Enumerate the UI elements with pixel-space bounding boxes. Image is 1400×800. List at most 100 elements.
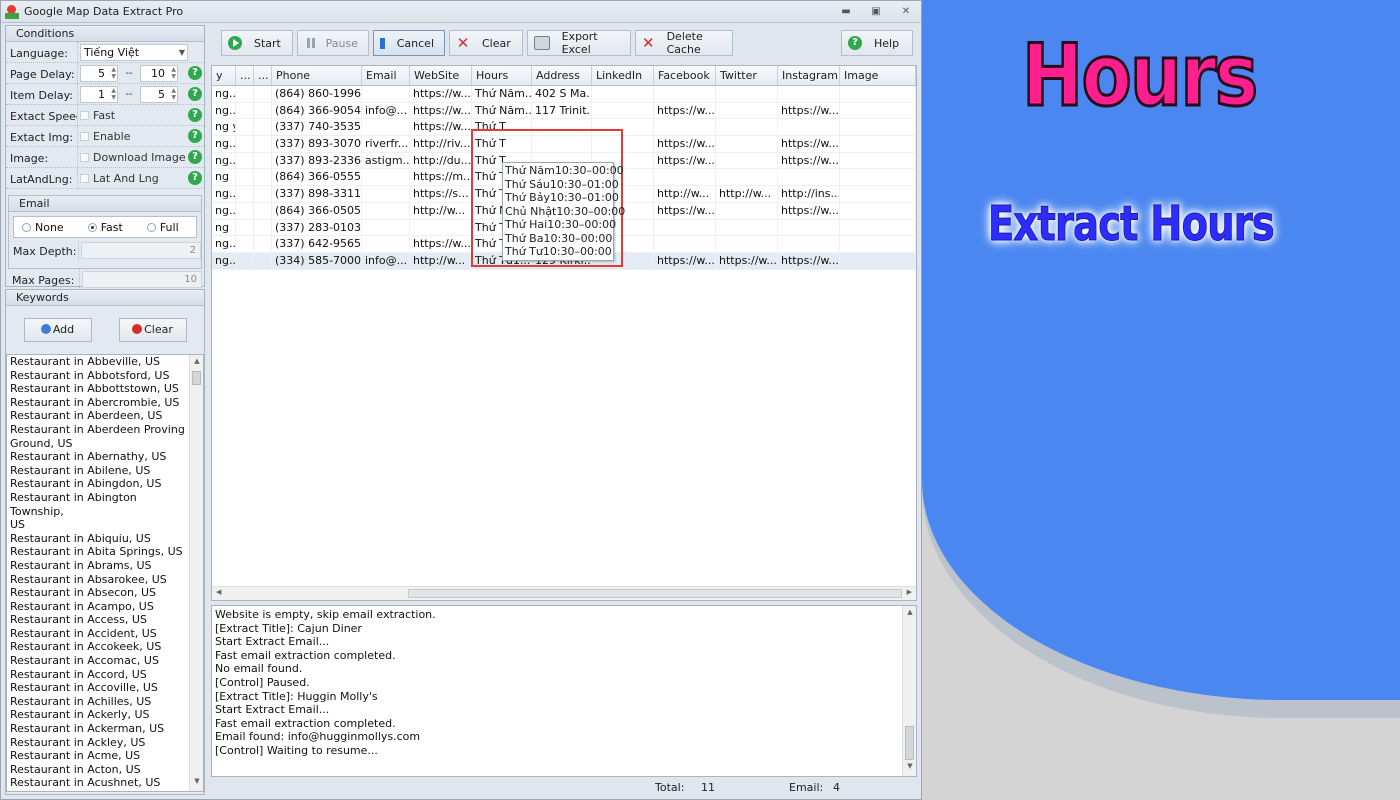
keyword-item[interactable]: Restaurant in Accord, US [7,668,203,682]
keyword-item[interactable]: Restaurant in Abita Springs, US [7,545,203,559]
minimize-button[interactable]: ▬ [831,6,861,17]
keyword-item[interactable]: Restaurant in Abilene, US [7,464,203,478]
extract-speed-checkbox[interactable] [80,110,89,120]
keyword-item[interactable]: Restaurant in Ackerman, US [7,722,203,736]
clear-button[interactable]: ✕ Clear [449,30,523,56]
max-depth-input[interactable]: 2 [81,242,201,259]
log-panel[interactable]: Website is empty, skip email extraction.… [211,605,917,777]
column-header[interactable]: Address [532,66,592,85]
scroll-thumb[interactable] [192,371,201,385]
help-icon[interactable]: ? [188,150,202,164]
help-icon[interactable]: ? [188,66,202,80]
keyword-item[interactable]: Restaurant in Ackerly, US [7,708,203,722]
scroll-left-icon[interactable]: ◀ [216,588,221,596]
keyword-item[interactable]: Restaurant in Acton, US [7,763,203,777]
results-grid[interactable]: y...... Phone Email WebSite Hours Address Link… [211,65,917,601]
export-excel-button[interactable]: Export Excel [527,30,631,56]
keyword-item[interactable]: Restaurant in Achilles, US [7,695,203,709]
language-select[interactable]: Tiếng Việt ▼ [80,43,188,61]
keyword-item[interactable]: Restaurant in Access, US [7,613,203,627]
start-button[interactable]: Start [221,30,293,56]
keyword-item[interactable]: Restaurant in Accoville, US [7,681,203,695]
column-header[interactable]: Instagram [778,66,840,85]
keyword-item[interactable]: Restaurant in Absarokee, US [7,573,203,587]
help-icon[interactable]: ? [188,108,202,122]
extract-img-checkbox[interactable] [80,131,89,141]
keyword-item[interactable]: Restaurant in Abbottstown, US [7,382,203,396]
max-pages-input[interactable]: 10 [82,271,202,288]
table-row[interactable]: ng... (864) 860-1996 https://w...Thứ Năm..… [212,86,916,103]
spin-arrows-icon[interactable]: ▲ ▼ [111,66,116,80]
keyword-item[interactable]: Restaurant in Abercrombie, US [7,396,203,410]
keyword-list[interactable]: Restaurant in Abbeville, US Restaurant in… [6,354,204,792]
scroll-up-icon[interactable]: ▲ [190,357,203,369]
keyword-item[interactable]: Restaurant in Ackley, US [7,736,203,750]
item-delay-max-input[interactable]: 5 ▲ ▼ [140,85,178,103]
latlng-checkbox[interactable] [80,173,89,183]
keyword-list-scrollbar[interactable]: ▲ ▼ [189,355,203,791]
grid-horizontal-scrollbar[interactable]: ◀ ▶ [212,586,916,600]
pause-button[interactable]: Pause [297,30,369,56]
spin-arrows-icon[interactable]: ▲ ▼ [111,87,116,101]
scroll-down-icon[interactable]: ▼ [903,762,916,774]
scroll-down-icon[interactable]: ▼ [190,777,203,789]
spin-arrows-icon[interactable]: ▲ ▼ [171,87,176,101]
delete-cache-button[interactable]: ✕ Delete Cache [635,30,733,56]
keyword-item[interactable]: Restaurant in Acampo, US [7,600,203,614]
column-header[interactable]: WebSite [410,66,472,85]
scroll-up-icon[interactable]: ▲ [903,608,916,620]
keyword-item[interactable]: Restaurant in Accident, US [7,627,203,641]
scroll-thumb[interactable] [905,726,914,760]
spin-arrows-icon[interactable]: ▲ ▼ [171,66,176,80]
close-button[interactable]: ✕ [891,6,921,17]
table-row[interactable]: ng...(864) 366-9054info@...https://w...T… [212,102,916,120]
column-header[interactable]: Phone [272,66,362,85]
page-delay-max-input[interactable]: 10 ▲ ▼ [140,64,178,82]
keyword-item[interactable]: Restaurant in Abington Township, [7,491,203,518]
log-scrollbar[interactable]: ▲ ▼ [902,606,916,776]
keyword-item[interactable]: Restaurant in Abiquiu, US [7,532,203,546]
column-header[interactable]: Facebook [654,66,716,85]
keyword-item[interactable]: Restaurant in Accomac, US [7,654,203,668]
column-header[interactable]: ... [236,66,254,85]
scroll-thumb[interactable] [408,589,902,598]
keyword-item[interactable]: Restaurant in Acushnet, US [7,776,203,790]
keyword-item[interactable]: Ground, US [7,437,203,451]
keyword-item[interactable]: Restaurant in Abingdon, US [7,477,203,491]
keyword-item[interactable]: Restaurant in Aberdeen, US [7,409,203,423]
page-delay-min-input[interactable]: 5 ▲ ▼ [80,64,118,82]
column-header[interactable]: Twitter [716,66,778,85]
email-none-option[interactable]: None [22,221,64,234]
keyword-item[interactable]: Restaurant in Acworth, US [7,790,203,791]
cancel-button[interactable]: Cancel [373,30,445,56]
column-header[interactable]: Hours [472,66,532,85]
clear-keywords-button[interactable]: Clear [118,318,187,342]
keyword-item[interactable]: Restaurant in Absecon, US [7,586,203,600]
keyword-item[interactable]: Restaurant in Aberdeen Proving [7,423,203,437]
keyword-item[interactable]: Restaurant in Acme, US [7,749,203,763]
keyword-item[interactable]: Restaurant in Abbeville, US [7,355,203,369]
add-keyword-button[interactable]: Add [23,318,92,342]
keyword-item[interactable]: Restaurant in Accokeek, US [7,640,203,654]
scroll-right-icon[interactable]: ▶ [907,588,912,596]
help-icon[interactable]: ? [188,87,202,101]
help-button[interactable]: ? Help [841,30,913,56]
column-header[interactable]: LinkedIn [592,66,654,85]
maximize-button[interactable]: ▣ [861,6,891,17]
keyword-item[interactable]: Restaurant in Abrams, US [7,559,203,573]
column-header[interactable]: y [212,66,236,85]
email-full-option[interactable]: Full [146,221,179,234]
extract-speed-label: Extact Speed: [6,105,78,125]
download-image-checkbox[interactable] [80,152,89,162]
hours-tooltip-line: Thứ Tư10:30–00:00 [505,245,612,258]
email-fast-option[interactable]: Fast [87,221,123,234]
help-icon[interactable]: ? [188,171,202,185]
item-delay-min-input[interactable]: 1 ▲ ▼ [80,85,118,103]
column-header[interactable]: Email [362,66,410,85]
column-header[interactable]: Image [840,66,916,85]
column-header[interactable]: ... [254,66,272,85]
keyword-item[interactable]: Restaurant in Abbotsford, US [7,369,203,383]
keyword-item[interactable]: US [7,518,203,532]
keyword-item[interactable]: Restaurant in Abernathy, US [7,450,203,464]
help-icon[interactable]: ? [188,129,202,143]
